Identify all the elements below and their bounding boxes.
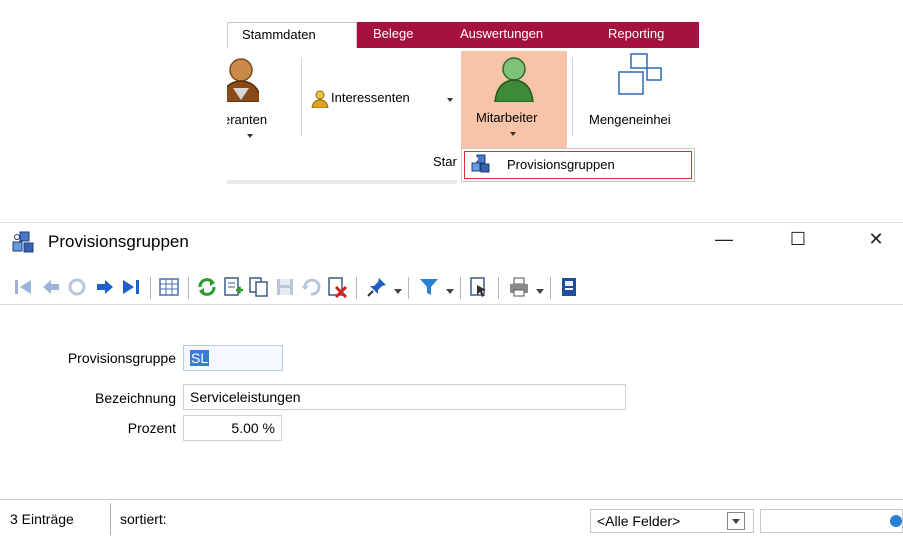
filter-icon[interactable] [418,276,440,298]
ribbon-snippet: Stammdaten Belege Auswertungen Reporting… [227,14,699,184]
menu-item-provisionsgruppen[interactable]: Provisionsgruppen [464,151,692,179]
lieferanten-button[interactable]: eranten [227,54,283,144]
mengeneinheit-button[interactable]: Mengeneinhei [579,52,699,142]
delete-icon[interactable] [326,276,348,298]
tab-reporting[interactable]: Reporting [608,22,664,48]
tab-stammdaten[interactable]: Stammdaten [227,22,357,49]
mitarbeiter-dropdown-menu: Provisionsgruppen [461,148,695,182]
export-icon[interactable] [468,276,490,298]
chevron-down-icon [247,134,253,138]
field-filter-select[interactable]: <Alle Felder> [590,509,754,533]
chevron-down-icon[interactable] [394,289,402,294]
tab-label: Auswertungen [460,26,544,41]
group-label: Star [433,154,457,169]
interessenten-label: Interessenten [331,90,410,105]
chevron-down-icon [510,132,516,136]
ribbon-bottom-strip [227,180,457,184]
title-bar: Provisionsgruppen — ☐ ✕ [0,223,903,261]
interessenten-icon [311,90,329,108]
status-separator [110,503,111,535]
save-icon[interactable] [274,276,296,298]
ribbon-separator [301,58,302,136]
provisionsgruppen-icon [12,231,34,253]
lieferanten-label: eranten [227,112,268,127]
toolbar-separator [498,277,499,299]
new-record-icon[interactable] [222,276,244,298]
prozent-input[interactable]: 5.00 % [183,415,282,441]
minimize-button[interactable]: — [704,229,744,255]
provisionsgruppe-value: SL [190,350,210,366]
interessenten-button[interactable]: Interessenten [311,86,459,112]
toolbar-separator [150,277,151,299]
status-bar: 3 Einträge sortiert: <Alle Felder> [0,499,903,538]
maximize-icon: ☐ [789,229,807,249]
toolbar [0,264,903,305]
sort-label: sortiert: [120,511,167,527]
record-count: 3 Einträge [10,511,74,527]
field-filter-dropdown-button[interactable] [727,512,745,530]
chevron-down-icon [447,98,453,102]
mitarbeiter-button[interactable]: Mitarbeiter [461,51,567,151]
notes-icon[interactable] [558,276,580,298]
maximize-button[interactable]: ☐ [778,229,818,255]
tab-label: Reporting [608,26,665,41]
refresh-icon[interactable] [196,276,218,298]
tab-label: Belege [373,26,414,41]
menu-item-label: Provisionsgruppen [507,157,615,172]
chevron-down-icon[interactable] [536,289,544,294]
bezeichnung-label: Bezeichnung [95,390,176,406]
toolbar-separator [460,277,461,299]
toolbar-separator [550,277,551,299]
undo-disabled-icon[interactable] [66,276,88,298]
toolbar-separator [188,277,189,299]
previous-record-icon[interactable] [40,276,62,298]
ribbon-separator [572,58,573,136]
mengeneinheit-label: Mengeneinhei [589,112,671,127]
prozent-value: 5.00 % [231,420,275,436]
bezeichnung-value: Serviceleistungen [190,389,301,405]
chevron-down-icon [732,519,740,524]
provisionsgruppen-icon [471,154,490,173]
window-title: Provisionsgruppen [48,232,189,251]
search-input[interactable] [760,509,903,533]
next-record-icon[interactable] [94,276,116,298]
provisionsgruppe-label: Provisionsgruppe [67,350,176,366]
toolbar-separator [408,277,409,299]
person-green-icon [494,57,534,102]
bezeichnung-input[interactable]: Serviceleistungen [183,384,626,410]
field-filter-value: <Alle Felder> [597,513,681,529]
tab-label: Stammdaten [242,27,316,42]
minimize-icon: — [715,229,733,249]
provisionsgruppe-input[interactable]: SL [183,345,283,371]
person-brown-icon [227,58,259,102]
chevron-down-icon[interactable] [446,289,454,294]
first-record-icon[interactable] [12,276,34,298]
provisionsgruppen-window: Provisionsgruppen — ☐ ✕ Provisionsgruppe… [0,222,903,538]
revert-icon[interactable] [300,276,322,298]
print-icon[interactable] [508,276,530,298]
last-record-icon[interactable] [120,276,142,298]
tab-auswertungen[interactable]: Auswertungen [460,22,543,48]
search-globe-icon [890,515,902,527]
pin-icon[interactable] [366,276,388,298]
tab-belege[interactable]: Belege [373,22,413,48]
mitarbeiter-label: Mitarbeiter [476,110,538,125]
copy-record-icon[interactable] [248,276,270,298]
prozent-label: Prozent [127,420,176,436]
toolbar-separator [356,277,357,299]
close-icon: ✕ [868,229,884,249]
close-button[interactable]: ✕ [856,229,896,255]
units-icon [618,53,662,95]
table-view-icon[interactable] [158,276,180,298]
